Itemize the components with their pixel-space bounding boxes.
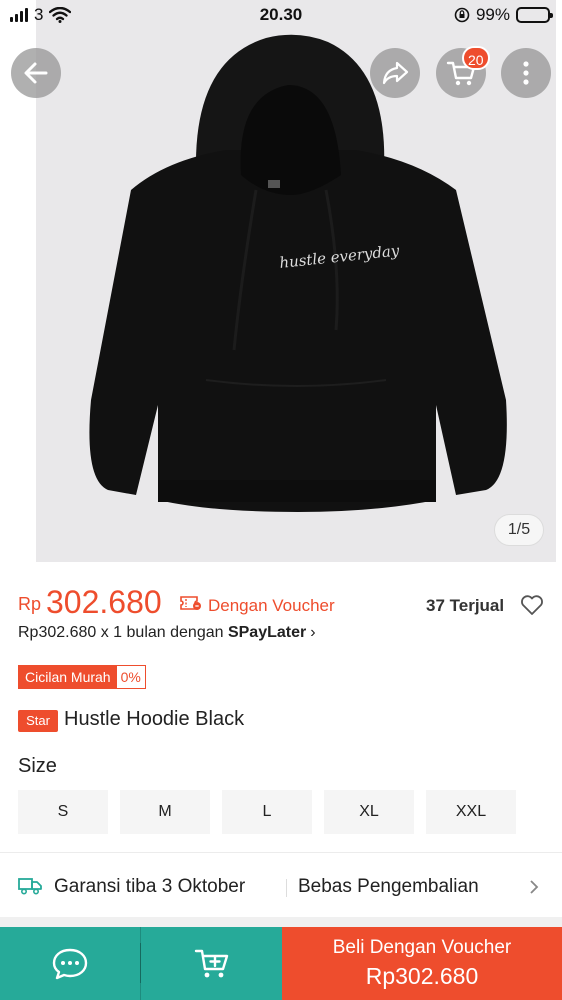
buy-with-voucher-button[interactable]: Beli Dengan Voucher Rp302.680 [282, 927, 562, 1000]
cicilan-label: Cicilan Murah [19, 666, 117, 688]
more-vertical-icon [523, 61, 529, 85]
separator [140, 927, 141, 1000]
size-label: Size [18, 755, 57, 777]
section-spacer [0, 917, 562, 927]
chat-icon [52, 948, 88, 979]
cicilan-badge: Cicilan Murah 0% [18, 665, 146, 689]
more-options-button[interactable] [501, 48, 551, 98]
spaylater-brand: SPayLater [227, 624, 307, 641]
cicilan-rate: 0% [116, 666, 145, 688]
size-option-l[interactable]: L [222, 790, 312, 834]
buy-button-price: Rp302.680 [365, 963, 479, 989]
chevron-right-icon: › [310, 624, 316, 641]
separator [286, 879, 287, 897]
voucher-label[interactable]: Dengan Voucher [208, 596, 335, 616]
truck-icon [18, 878, 42, 895]
shipping-info-row[interactable]: Garansi tiba 3 Oktober Bebas Pengembalia… [0, 855, 562, 917]
star-seller-badge: Star [18, 710, 58, 732]
orientation-lock-icon [454, 7, 470, 23]
price-currency: Rp [18, 594, 42, 614]
installment-text: Rp302.680 x 1 bulan dengan [18, 624, 228, 641]
size-option-s[interactable]: S [18, 790, 108, 834]
add-to-cart-icon [194, 949, 228, 977]
share-icon [382, 61, 409, 85]
image-counter: 1/5 [494, 514, 544, 546]
divider [0, 852, 562, 853]
battery-icon [516, 7, 553, 23]
size-option-m[interactable]: M [120, 790, 210, 834]
voucher-icon [180, 596, 201, 610]
heart-icon[interactable] [520, 594, 544, 616]
size-option-xxl[interactable]: XXL [426, 790, 516, 834]
spaylater-installment-link[interactable]: Rp302.680 x 1 bulan dengan SPayLater › [18, 624, 316, 642]
bottom-action-bar: Beli Dengan Voucher Rp302.680 [0, 927, 562, 1000]
delivery-guarantee: Garansi tiba 3 Oktober [54, 876, 246, 897]
battery-percent: 99% [475, 5, 510, 24]
free-returns: Bebas Pengembalian [298, 876, 479, 897]
share-button[interactable] [370, 48, 420, 98]
add-to-cart-button[interactable] [141, 927, 282, 1000]
cart-count-badge: 20 [462, 46, 490, 70]
status-right: 99% [454, 5, 553, 25]
product-title: Hustle Hoodie Black [64, 708, 245, 730]
back-button[interactable] [11, 48, 61, 98]
price-amount: 302.680 [46, 584, 162, 620]
buy-button-label: Beli Dengan Voucher [332, 937, 512, 958]
size-option-xl[interactable]: XL [324, 790, 414, 834]
arrow-left-icon [24, 62, 48, 84]
sold-count: 37 Terjual [426, 596, 505, 615]
status-bar: 3 20.30 99% [0, 0, 562, 34]
size-options: S M L XL XXL [18, 790, 516, 834]
chevron-right-icon [530, 880, 539, 894]
price-row: Rp 302.680 Dengan Voucher 37 Terjual [18, 584, 548, 620]
chat-button[interactable] [0, 927, 140, 1000]
